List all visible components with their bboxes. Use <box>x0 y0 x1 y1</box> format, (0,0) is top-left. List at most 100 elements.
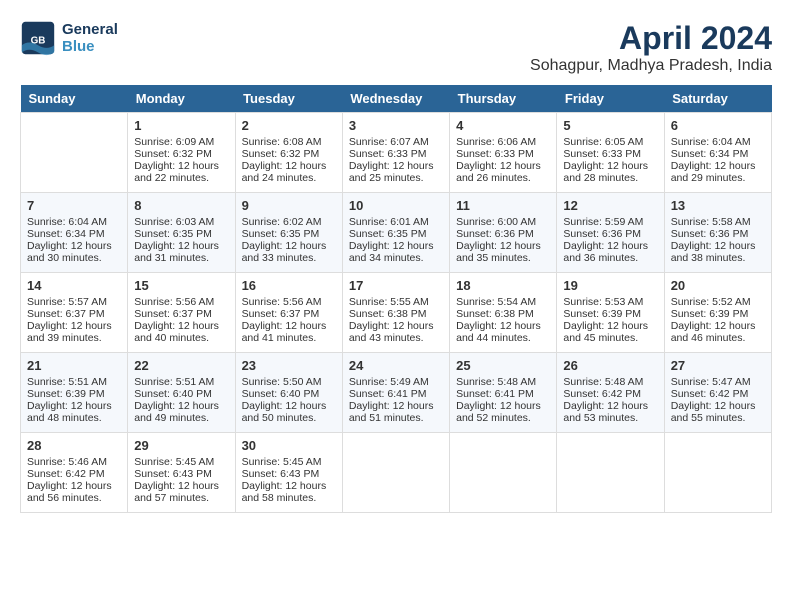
sunrise-text: Sunrise: 5:45 AM <box>134 456 214 468</box>
sunrise-text: Sunrise: 5:57 AM <box>27 296 107 308</box>
calendar-week-row: 7 Sunrise: 6:04 AM Sunset: 6:34 PM Dayli… <box>21 193 772 273</box>
calendar-cell: 1 Sunrise: 6:09 AM Sunset: 6:32 PM Dayli… <box>128 113 235 193</box>
calendar-cell: 20 Sunrise: 5:52 AM Sunset: 6:39 PM Dayl… <box>664 273 771 353</box>
sunset-text: Sunset: 6:42 PM <box>563 388 641 400</box>
sunrise-text: Sunrise: 5:50 AM <box>242 376 322 388</box>
sunset-text: Sunset: 6:41 PM <box>349 388 427 400</box>
day-number: 30 <box>242 438 336 453</box>
calendar-cell: 18 Sunrise: 5:54 AM Sunset: 6:38 PM Dayl… <box>450 273 557 353</box>
daylight-text: Daylight: 12 hours and 35 minutes. <box>456 240 541 264</box>
daylight-text: Daylight: 12 hours and 48 minutes. <box>27 400 112 424</box>
sunrise-text: Sunrise: 5:45 AM <box>242 456 322 468</box>
calendar-cell: 28 Sunrise: 5:46 AM Sunset: 6:42 PM Dayl… <box>21 433 128 513</box>
sunrise-text: Sunrise: 5:47 AM <box>671 376 751 388</box>
calendar-header-row: SundayMondayTuesdayWednesdayThursdayFrid… <box>21 85 772 113</box>
sunset-text: Sunset: 6:35 PM <box>242 228 320 240</box>
calendar-cell: 11 Sunrise: 6:00 AM Sunset: 6:36 PM Dayl… <box>450 193 557 273</box>
daylight-text: Daylight: 12 hours and 31 minutes. <box>134 240 219 264</box>
day-number: 3 <box>349 118 443 133</box>
daylight-text: Daylight: 12 hours and 26 minutes. <box>456 160 541 184</box>
daylight-text: Daylight: 12 hours and 28 minutes. <box>563 160 648 184</box>
sunrise-text: Sunrise: 6:04 AM <box>671 136 751 148</box>
sunrise-text: Sunrise: 6:06 AM <box>456 136 536 148</box>
calendar-cell <box>342 433 449 513</box>
day-number: 12 <box>563 198 657 213</box>
calendar-table: SundayMondayTuesdayWednesdayThursdayFrid… <box>20 85 772 513</box>
calendar-cell <box>21 113 128 193</box>
sunset-text: Sunset: 6:41 PM <box>456 388 534 400</box>
logo-text: General Blue <box>62 21 118 55</box>
sunset-text: Sunset: 6:33 PM <box>563 148 641 160</box>
day-number: 13 <box>671 198 765 213</box>
calendar-cell: 19 Sunrise: 5:53 AM Sunset: 6:39 PM Dayl… <box>557 273 664 353</box>
sunrise-text: Sunrise: 5:46 AM <box>27 456 107 468</box>
day-number: 5 <box>563 118 657 133</box>
calendar-cell: 7 Sunrise: 6:04 AM Sunset: 6:34 PM Dayli… <box>21 193 128 273</box>
daylight-text: Daylight: 12 hours and 55 minutes. <box>671 400 756 424</box>
calendar-cell: 21 Sunrise: 5:51 AM Sunset: 6:39 PM Dayl… <box>21 353 128 433</box>
sunrise-text: Sunrise: 6:05 AM <box>563 136 643 148</box>
calendar-cell <box>450 433 557 513</box>
calendar-cell: 12 Sunrise: 5:59 AM Sunset: 6:36 PM Dayl… <box>557 193 664 273</box>
sunset-text: Sunset: 6:32 PM <box>242 148 320 160</box>
calendar-cell: 8 Sunrise: 6:03 AM Sunset: 6:35 PM Dayli… <box>128 193 235 273</box>
sunset-text: Sunset: 6:39 PM <box>671 308 749 320</box>
calendar-cell: 22 Sunrise: 5:51 AM Sunset: 6:40 PM Dayl… <box>128 353 235 433</box>
calendar-cell: 15 Sunrise: 5:56 AM Sunset: 6:37 PM Dayl… <box>128 273 235 353</box>
sunset-text: Sunset: 6:43 PM <box>242 468 320 480</box>
weekday-header-monday: Monday <box>128 85 235 113</box>
calendar-cell <box>557 433 664 513</box>
calendar-cell: 23 Sunrise: 5:50 AM Sunset: 6:40 PM Dayl… <box>235 353 342 433</box>
day-number: 7 <box>27 198 121 213</box>
sunrise-text: Sunrise: 6:01 AM <box>349 216 429 228</box>
sunset-text: Sunset: 6:36 PM <box>563 228 641 240</box>
sunset-text: Sunset: 6:34 PM <box>671 148 749 160</box>
calendar-cell: 16 Sunrise: 5:56 AM Sunset: 6:37 PM Dayl… <box>235 273 342 353</box>
sunset-text: Sunset: 6:40 PM <box>242 388 320 400</box>
sunrise-text: Sunrise: 5:49 AM <box>349 376 429 388</box>
sunrise-text: Sunrise: 5:51 AM <box>27 376 107 388</box>
calendar-week-row: 1 Sunrise: 6:09 AM Sunset: 6:32 PM Dayli… <box>21 113 772 193</box>
day-number: 14 <box>27 278 121 293</box>
day-number: 18 <box>456 278 550 293</box>
daylight-text: Daylight: 12 hours and 56 minutes. <box>27 480 112 504</box>
sunrise-text: Sunrise: 5:48 AM <box>563 376 643 388</box>
sunset-text: Sunset: 6:40 PM <box>134 388 212 400</box>
sunrise-text: Sunrise: 5:53 AM <box>563 296 643 308</box>
daylight-text: Daylight: 12 hours and 34 minutes. <box>349 240 434 264</box>
daylight-text: Daylight: 12 hours and 49 minutes. <box>134 400 219 424</box>
daylight-text: Daylight: 12 hours and 44 minutes. <box>456 320 541 344</box>
daylight-text: Daylight: 12 hours and 50 minutes. <box>242 400 327 424</box>
sunset-text: Sunset: 6:32 PM <box>134 148 212 160</box>
calendar-cell: 4 Sunrise: 6:06 AM Sunset: 6:33 PM Dayli… <box>450 113 557 193</box>
daylight-text: Daylight: 12 hours and 40 minutes. <box>134 320 219 344</box>
sunset-text: Sunset: 6:37 PM <box>242 308 320 320</box>
sunset-text: Sunset: 6:37 PM <box>134 308 212 320</box>
day-number: 29 <box>134 438 228 453</box>
sunrise-text: Sunrise: 5:56 AM <box>134 296 214 308</box>
day-number: 28 <box>27 438 121 453</box>
daylight-text: Daylight: 12 hours and 45 minutes. <box>563 320 648 344</box>
calendar-week-row: 21 Sunrise: 5:51 AM Sunset: 6:39 PM Dayl… <box>21 353 772 433</box>
day-number: 24 <box>349 358 443 373</box>
day-number: 10 <box>349 198 443 213</box>
weekday-header-thursday: Thursday <box>450 85 557 113</box>
daylight-text: Daylight: 12 hours and 53 minutes. <box>563 400 648 424</box>
day-number: 4 <box>456 118 550 133</box>
sunrise-text: Sunrise: 6:09 AM <box>134 136 214 148</box>
day-number: 2 <box>242 118 336 133</box>
sunset-text: Sunset: 6:37 PM <box>27 308 105 320</box>
daylight-text: Daylight: 12 hours and 38 minutes. <box>671 240 756 264</box>
calendar-cell: 14 Sunrise: 5:57 AM Sunset: 6:37 PM Dayl… <box>21 273 128 353</box>
sunrise-text: Sunrise: 5:56 AM <box>242 296 322 308</box>
day-number: 15 <box>134 278 228 293</box>
calendar-cell: 13 Sunrise: 5:58 AM Sunset: 6:36 PM Dayl… <box>664 193 771 273</box>
sunrise-text: Sunrise: 6:03 AM <box>134 216 214 228</box>
sunrise-text: Sunrise: 6:02 AM <box>242 216 322 228</box>
calendar-cell: 17 Sunrise: 5:55 AM Sunset: 6:38 PM Dayl… <box>342 273 449 353</box>
daylight-text: Daylight: 12 hours and 39 minutes. <box>27 320 112 344</box>
day-number: 1 <box>134 118 228 133</box>
daylight-text: Daylight: 12 hours and 33 minutes. <box>242 240 327 264</box>
daylight-text: Daylight: 12 hours and 36 minutes. <box>563 240 648 264</box>
sunset-text: Sunset: 6:34 PM <box>27 228 105 240</box>
